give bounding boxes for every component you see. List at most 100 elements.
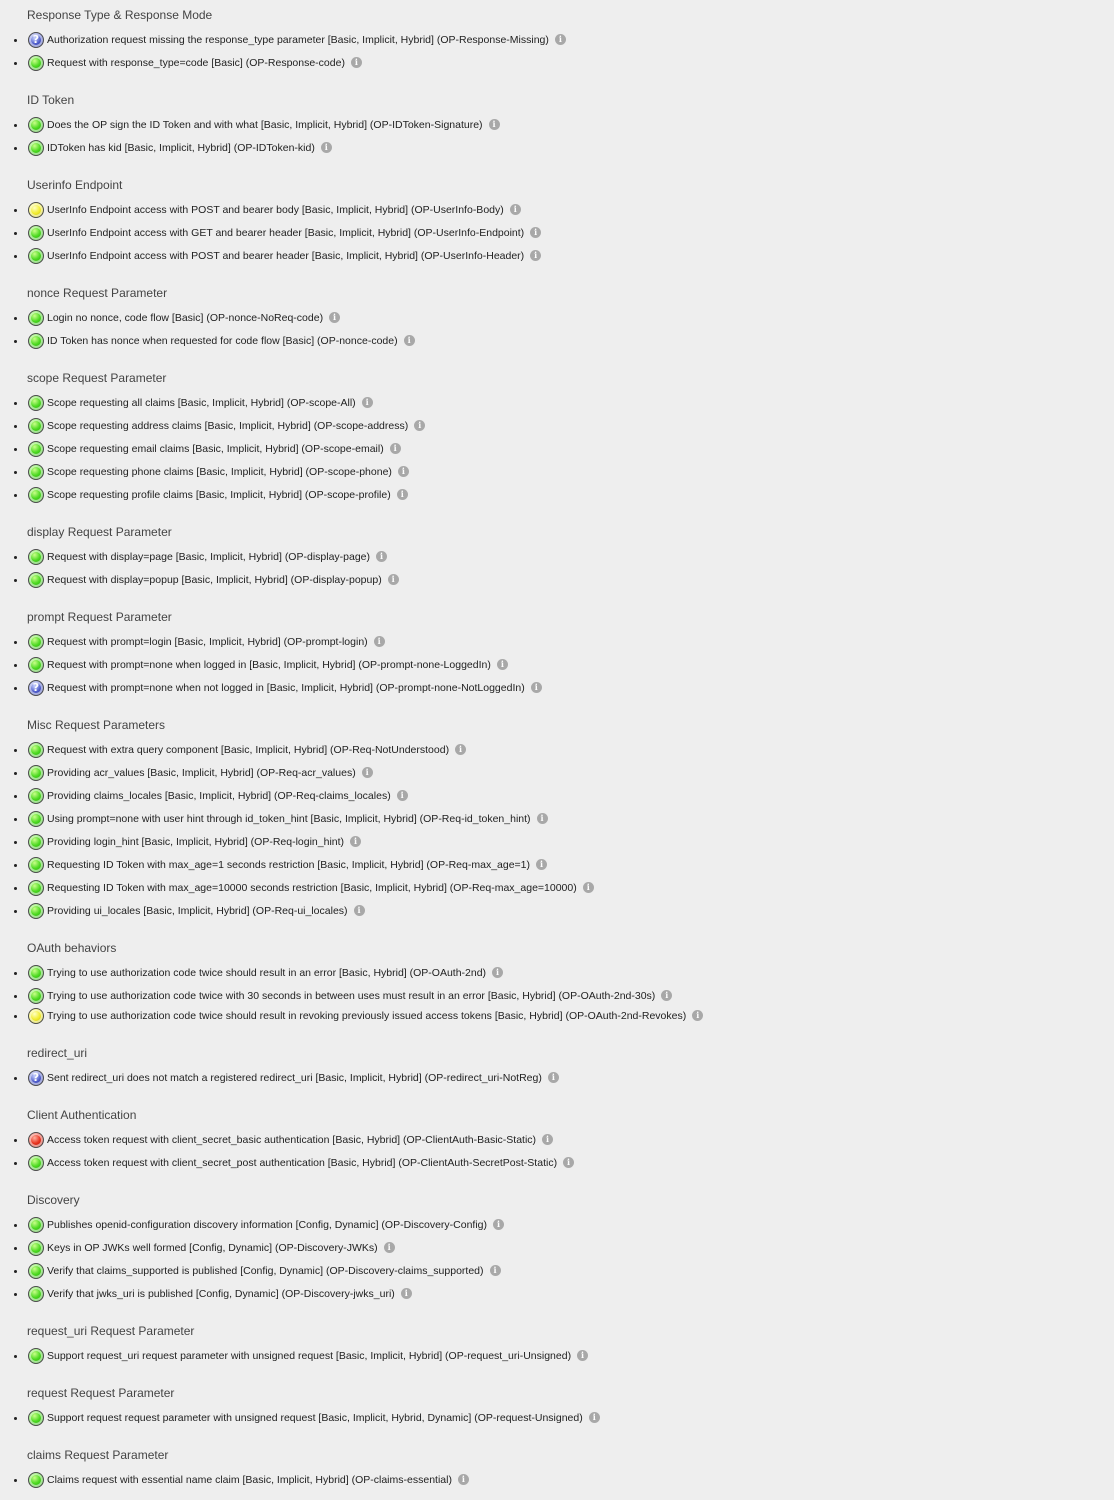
info-icon[interactable]: i <box>542 1133 554 1145</box>
info-icon[interactable]: i <box>400 1287 412 1299</box>
info-icon[interactable]: i <box>389 442 401 454</box>
status-error-icon <box>28 1132 44 1148</box>
status-ok-icon <box>28 1155 44 1171</box>
test-label: Request with display=popup [Basic, Impli… <box>47 573 399 586</box>
info-icon[interactable]: i <box>396 488 408 500</box>
test-description: Sent redirect_uri does not match a regis… <box>47 1072 542 1084</box>
info-icon[interactable]: i <box>493 1218 505 1230</box>
test-results-page: Response Type & Response Mode? Authorizat… <box>0 0 1114 1500</box>
test-description: Support request_uri request parameter wi… <box>47 1350 572 1362</box>
test-description: Request with display=page [Basic, Implic… <box>47 551 371 563</box>
test-description: Verify that jwks_uri is published [Confi… <box>47 1288 395 1300</box>
info-icon[interactable]: i <box>488 118 500 130</box>
test-label: Requesting ID Token with max_age=1 secon… <box>47 858 548 871</box>
test-description: Providing ui_locales [Basic, Implicit, H… <box>47 905 348 917</box>
test-result-item: Support request_uri request parameter wi… <box>0 1346 1114 1366</box>
status-ok-icon <box>28 55 44 71</box>
info-icon[interactable]: i <box>530 226 542 238</box>
test-description: UserInfo Endpoint access with POST and b… <box>47 204 504 216</box>
info-icon[interactable]: i <box>350 56 362 68</box>
info-icon[interactable]: i <box>387 573 399 585</box>
list-bullet <box>14 841 17 844</box>
status-ok-icon <box>28 788 44 804</box>
status-warning-icon <box>28 202 44 218</box>
info-icon[interactable]: i <box>376 550 388 562</box>
info-icon[interactable]: i <box>457 1473 469 1485</box>
test-result-item: Verify that claims_supported is publishe… <box>0 1261 1114 1281</box>
list-bullet <box>14 39 17 42</box>
test-result-item: Access token request with client_secret_… <box>0 1153 1114 1173</box>
info-icon[interactable]: i <box>353 904 365 916</box>
info-icon[interactable]: i <box>554 33 566 45</box>
test-label: IDToken has kid [Basic, Implicit, Hybrid… <box>47 141 332 154</box>
list-bullet <box>14 795 17 798</box>
info-icon[interactable]: i <box>547 1071 559 1083</box>
test-label: Request with prompt=none when logged in … <box>47 658 508 671</box>
info-icon[interactable]: i <box>661 989 673 1001</box>
test-label: Scope requesting email claims [Basic, Im… <box>47 442 401 455</box>
test-label: Request with prompt=none when not logged… <box>47 681 542 694</box>
status-ok-icon <box>28 880 44 896</box>
info-icon[interactable]: i <box>361 766 373 778</box>
test-description: Does the OP sign the ID Token and with w… <box>47 119 483 131</box>
info-icon[interactable]: i <box>403 334 415 346</box>
test-description: Providing acr_values [Basic, Implicit, H… <box>47 767 356 779</box>
test-description: Scope requesting address claims [Basic, … <box>47 420 409 432</box>
test-result-item: Providing ui_locales [Basic, Implicit, H… <box>0 901 1114 921</box>
info-icon[interactable]: i <box>320 141 332 153</box>
list-bullet <box>14 864 17 867</box>
info-icon[interactable]: i <box>577 1349 589 1361</box>
info-icon[interactable]: i <box>383 1241 395 1253</box>
info-icon[interactable]: i <box>530 681 542 693</box>
info-icon[interactable]: i <box>582 881 594 893</box>
status-ok-icon <box>28 310 44 326</box>
list-bullet <box>14 255 17 258</box>
test-description: Trying to use authorization code twice w… <box>47 990 656 1002</box>
info-icon[interactable]: i <box>396 789 408 801</box>
info-icon[interactable]: i <box>414 419 426 431</box>
info-icon[interactable]: i <box>329 311 341 323</box>
test-description: Request with display=popup [Basic, Impli… <box>47 574 382 586</box>
test-label: Verify that jwks_uri is published [Confi… <box>47 1287 412 1300</box>
info-icon[interactable]: i <box>489 1264 501 1276</box>
test-description: Scope requesting profile claims [Basic, … <box>47 489 391 501</box>
test-description: Scope requesting all claims [Basic, Impl… <box>47 397 356 409</box>
list-bullet <box>14 772 17 775</box>
status-ok-icon <box>28 140 44 156</box>
info-icon[interactable]: i <box>536 858 548 870</box>
info-icon[interactable]: i <box>455 743 467 755</box>
info-icon[interactable]: i <box>373 635 385 647</box>
status-ok-icon <box>28 903 44 919</box>
status-ok-icon <box>28 248 44 264</box>
status-ok-icon <box>28 857 44 873</box>
test-result-item: Requesting ID Token with max_age=10000 s… <box>0 878 1114 898</box>
test-description: Trying to use authorization code twice s… <box>47 967 487 979</box>
info-icon[interactable]: i <box>563 1156 575 1168</box>
status-ok-icon <box>28 549 44 565</box>
status-ok-icon <box>28 811 44 827</box>
info-icon[interactable]: i <box>397 465 409 477</box>
status-question-icon: ? <box>28 1070 44 1086</box>
info-icon[interactable]: i <box>530 249 542 261</box>
list-bullet <box>14 425 17 428</box>
test-label: Using prompt=none with user hint through… <box>47 812 548 825</box>
status-ok-icon <box>28 418 44 434</box>
test-result-item: Does the OP sign the ID Token and with w… <box>0 115 1114 135</box>
test-result-item: Verify that jwks_uri is published [Confi… <box>0 1284 1114 1304</box>
test-label: Providing claims_locales [Basic, Implici… <box>47 789 408 802</box>
test-description: Scope requesting phone claims [Basic, Im… <box>47 466 392 478</box>
info-icon[interactable]: i <box>509 203 521 215</box>
test-description: Requesting ID Token with max_age=1 secon… <box>47 859 531 871</box>
list-bullet <box>14 471 17 474</box>
test-result-item: ? Authorization request missing the respo… <box>0 30 1114 50</box>
info-icon[interactable]: i <box>692 1009 704 1021</box>
info-icon[interactable]: i <box>588 1411 600 1423</box>
info-icon[interactable]: i <box>496 658 508 670</box>
info-icon[interactable]: i <box>492 966 504 978</box>
test-label: Publishes openid-configuration discovery… <box>47 1218 505 1231</box>
test-description: Request with prompt=none when not logged… <box>47 682 525 694</box>
info-icon[interactable]: i <box>350 835 362 847</box>
section-heading: display Request Parameter <box>27 525 172 539</box>
info-icon[interactable]: i <box>536 812 548 824</box>
info-icon[interactable]: i <box>361 396 373 408</box>
